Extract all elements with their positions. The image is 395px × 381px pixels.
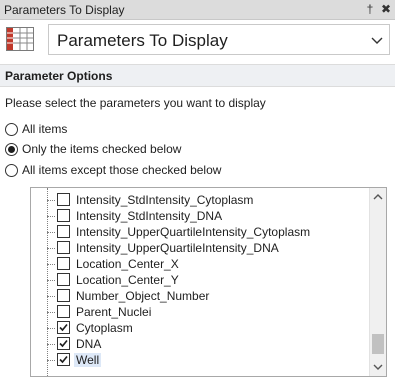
parameter-checkbox[interactable]	[57, 337, 70, 350]
parameter-list-item[interactable]: Number_Object_Number	[31, 288, 371, 304]
radio-button[interactable]	[5, 142, 18, 156]
parameter-label: Well	[74, 353, 102, 367]
radio-all-except-checked[interactable]: All items except those checked below	[5, 162, 221, 178]
tree-branch-line	[47, 216, 55, 217]
instruction-text: Please select the parameters you want to…	[5, 96, 266, 110]
radio-only-checked[interactable]: Only the items checked below	[5, 141, 181, 157]
tree-branch-line	[47, 232, 55, 233]
dropdown-value: Parameters To Display	[57, 31, 228, 50]
parameter-list-item[interactable]: Location_Center_X	[31, 256, 371, 272]
parameter-list-item[interactable]: Well	[31, 352, 371, 368]
parameter-checkbox[interactable]	[57, 321, 70, 334]
parameter-list-item[interactable]: DNA	[31, 336, 371, 352]
table-grid-icon	[6, 27, 34, 51]
parameter-label: Parent_Nuclei	[76, 305, 152, 319]
radio-button[interactable]	[5, 163, 18, 177]
parameter-checkbox[interactable]	[57, 209, 70, 222]
parameter-checkbox[interactable]	[57, 273, 70, 286]
parameter-list-item[interactable]: Cytoplasm	[31, 320, 371, 336]
tree-branch-line	[47, 328, 55, 329]
parameter-label: Number_Object_Number	[76, 289, 210, 303]
radio-button[interactable]	[5, 122, 18, 136]
tree-branch-line	[47, 280, 55, 281]
parameter-label: Intensity_UpperQuartileIntensity_Cytopla…	[76, 225, 311, 239]
parameters-display-dropdown[interactable]: Parameters To Display	[48, 24, 390, 55]
radio-all-items[interactable]: All items	[5, 121, 67, 137]
parameter-checkbox[interactable]	[57, 305, 70, 318]
tree-branch-line	[47, 312, 55, 313]
scroll-up-icon[interactable]	[373, 192, 383, 202]
parameter-checkbox[interactable]	[57, 353, 70, 366]
parameter-list-item[interactable]: Intensity_StdIntensity_DNA	[31, 208, 371, 224]
checkmark-icon	[59, 339, 68, 348]
panel-title-bar: Parameters To Display † ✖	[0, 0, 395, 20]
parameter-label: Cytoplasm	[76, 321, 133, 335]
parameter-label: Intensity_UpperQuartileIntensity_DNA	[76, 241, 279, 255]
chevron-down-icon	[371, 37, 383, 44]
scrollbar-thumb[interactable]	[372, 334, 384, 354]
tree-branch-line	[47, 344, 55, 345]
vertical-scrollbar[interactable]	[369, 188, 386, 376]
section-title: Parameter Options	[5, 69, 113, 83]
parameter-list-item[interactable]: Parent_Nuclei	[31, 304, 371, 320]
parameter-list-item[interactable]: Location_Center_Y	[31, 272, 371, 288]
parameter-label: Location_Center_X	[76, 257, 179, 271]
scroll-down-icon[interactable]	[373, 362, 383, 372]
tree-branch-line	[47, 264, 55, 265]
parameter-label: Intensity_StdIntensity_Cytoplasm	[76, 193, 254, 207]
tree-branch-line	[47, 200, 55, 201]
radio-label: All items	[22, 122, 68, 136]
checkmark-icon	[59, 355, 68, 364]
parameter-label: Location_Center_Y	[76, 273, 179, 287]
parameter-checkbox[interactable]	[57, 193, 70, 206]
close-icon[interactable]: ✖	[378, 1, 394, 18]
parameter-list[interactable]: Intensity_StdIntensity_Cytoplasm Intensit…	[30, 187, 387, 377]
parameter-label: DNA	[76, 337, 102, 351]
tree-branch-line	[47, 360, 55, 361]
parameter-checkbox[interactable]	[57, 257, 70, 270]
parameter-checkbox[interactable]	[57, 241, 70, 254]
parameter-checkbox[interactable]	[57, 225, 70, 238]
tree-branch-line	[47, 296, 55, 297]
parameter-list-item[interactable]: Intensity_StdIntensity_Cytoplasm	[31, 192, 371, 208]
parameter-label: Intensity_StdIntensity_DNA	[76, 209, 223, 223]
checkmark-icon	[59, 323, 68, 332]
parameter-options-header: Parameter Options	[0, 64, 395, 87]
radio-label: Only the items checked below	[22, 142, 182, 156]
parameter-list-item[interactable]: Intensity_UpperQuartileIntensity_DNA	[31, 240, 371, 256]
pin-icon[interactable]: †	[362, 1, 378, 18]
parameter-checkbox[interactable]	[57, 289, 70, 302]
radio-label: All items except those checked below	[22, 163, 222, 177]
panel-title: Parameters To Display	[4, 3, 125, 17]
parameter-list-item[interactable]: Intensity_UpperQuartileIntensity_Cytopla…	[31, 224, 371, 240]
tree-branch-line	[47, 248, 55, 249]
